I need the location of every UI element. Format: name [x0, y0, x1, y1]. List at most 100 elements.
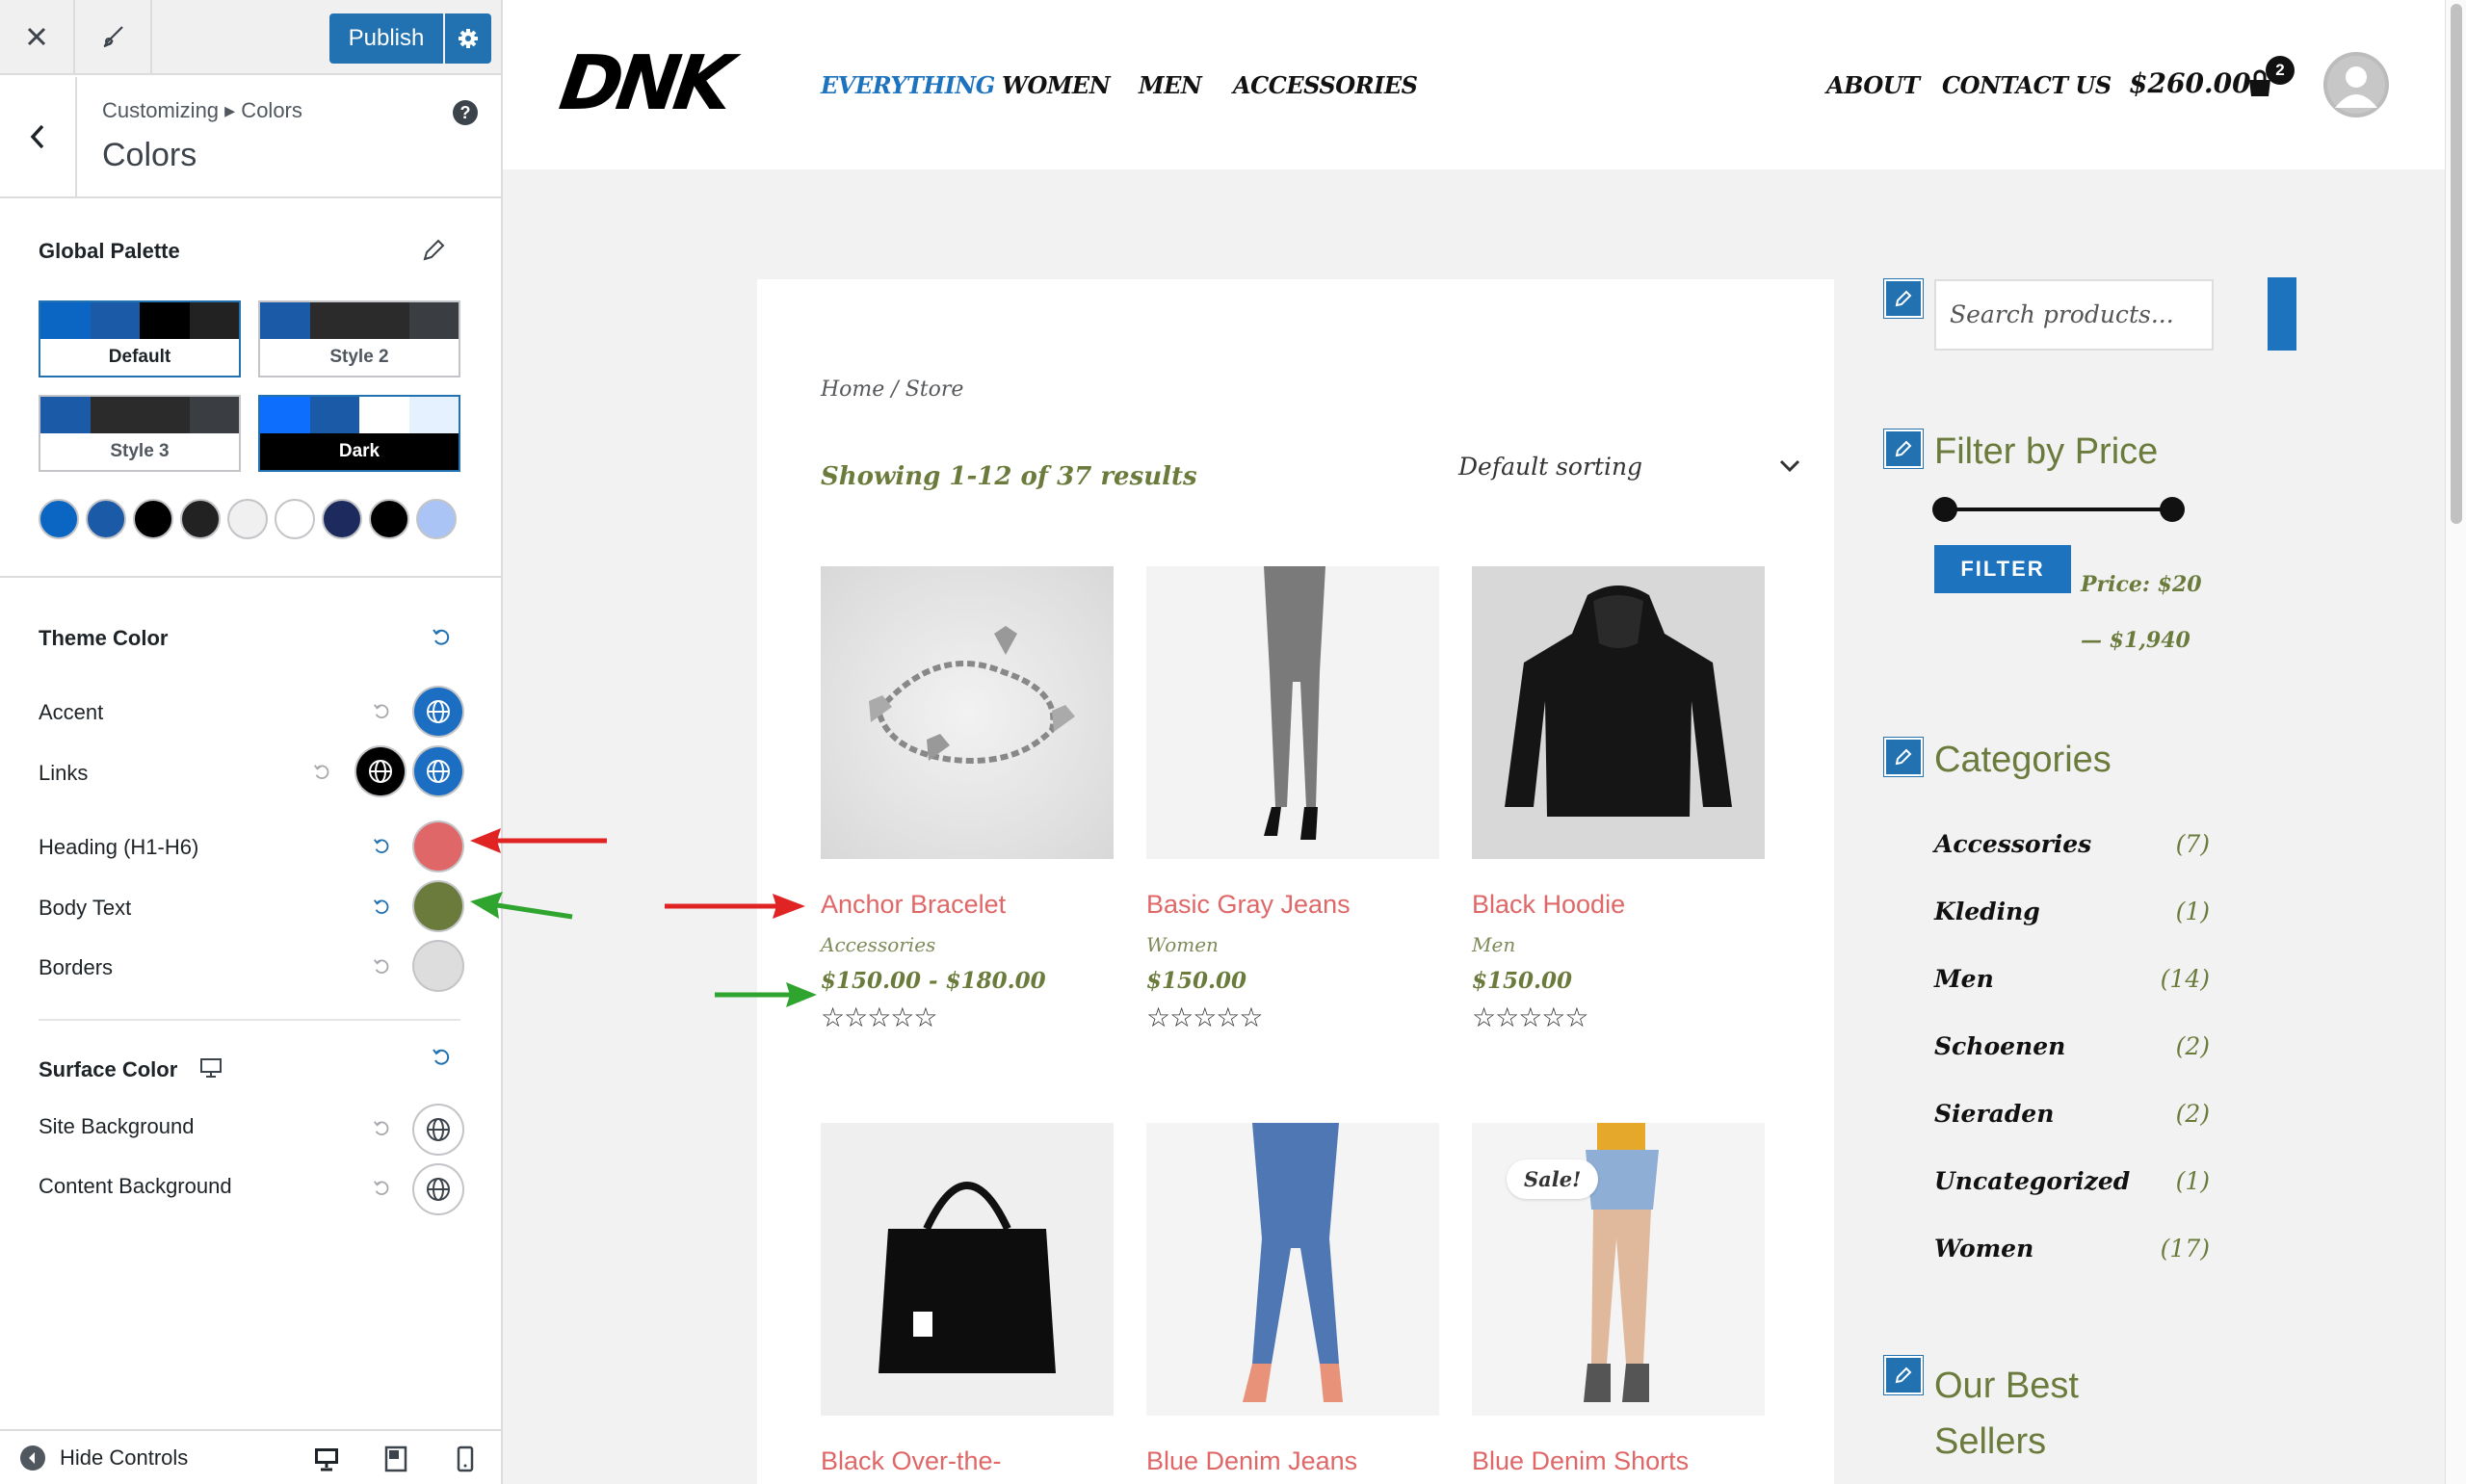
back-button[interactable]	[0, 77, 77, 196]
price-slider-max-handle[interactable]	[2160, 497, 2185, 522]
accent-color-picker[interactable]	[414, 688, 462, 736]
product-image[interactable]	[1146, 1123, 1439, 1416]
body-text-color-picker[interactable]	[414, 882, 462, 930]
product-card[interactable]: Black Over-the-	[821, 1123, 1114, 1476]
product-title[interactable]: Basic Gray Jeans	[1146, 890, 1439, 920]
scroll-thumb[interactable]	[2451, 4, 2462, 524]
site-preview: DNK EVERYTHING WOMEN MEN ACCESSORIES ABO…	[503, 0, 2445, 1484]
category-link[interactable]: Accessories	[1934, 830, 2091, 858]
search-button[interactable]	[2268, 277, 2296, 351]
category-link[interactable]: Uncategorized	[1934, 1167, 2130, 1195]
links-color-picker[interactable]	[356, 747, 405, 795]
categories-title: Categories	[1934, 740, 2112, 780]
palette-swatch-6[interactable]	[275, 499, 315, 539]
nav-accessories[interactable]: ACCESSORIES	[1233, 71, 1418, 99]
product-category[interactable]: Accessories	[821, 933, 1114, 956]
product-title[interactable]: Blue Denim Shorts	[1472, 1446, 1765, 1476]
palette-swatch-2[interactable]	[86, 499, 126, 539]
product-card[interactable]: Sale! Blue Denim Shorts	[1472, 1123, 1765, 1476]
nav-everything[interactable]: EVERYTHING	[821, 71, 995, 99]
product-card[interactable]: Black Hoodie Men $150.00 ☆☆☆☆☆	[1472, 566, 1765, 1033]
product-card[interactable]: Blue Denim Jeans	[1146, 1123, 1439, 1476]
borders-color-picker[interactable]	[414, 942, 462, 990]
search-input[interactable]: Search products...	[1934, 279, 2214, 351]
palette-dark[interactable]: Dark	[258, 395, 460, 472]
edit-widget-button[interactable]	[1884, 430, 1923, 468]
nav-contact[interactable]: CONTACT US	[1942, 71, 2112, 99]
palette-swatch-7[interactable]	[322, 499, 362, 539]
palette-swatch-1[interactable]	[39, 499, 79, 539]
close-customizer-button[interactable]	[0, 0, 75, 73]
reset-icon[interactable]	[430, 626, 453, 649]
surface-color-title: Surface Color	[39, 1057, 178, 1081]
reset-icon[interactable]	[370, 835, 393, 858]
price-slider-min-handle[interactable]	[1932, 497, 1957, 522]
product-card[interactable]: Basic Gray Jeans Women $150.00 ☆☆☆☆☆	[1146, 566, 1439, 1033]
product-image[interactable]	[821, 1123, 1114, 1416]
publish-button[interactable]: Publish	[329, 13, 443, 64]
palette-style-3[interactable]: Style 3	[39, 395, 241, 472]
chevron-down-icon[interactable]	[1778, 458, 1801, 474]
palette-swatch-8[interactable]	[369, 499, 409, 539]
shop-breadcrumb[interactable]: Home / Store	[821, 378, 963, 402]
links-hover-color-picker[interactable]	[414, 747, 462, 795]
category-link[interactable]: Sieraden	[1934, 1100, 2054, 1128]
product-image[interactable]: Sale!	[1472, 1123, 1765, 1416]
product-category[interactable]: Men	[1472, 933, 1765, 956]
preview-scrollbar[interactable]	[2445, 0, 2466, 1484]
product-rating: ☆☆☆☆☆	[1472, 1002, 1589, 1032]
nav-men[interactable]: MEN	[1139, 71, 1202, 99]
nav-women[interactable]: WOMEN	[1002, 71, 1111, 99]
category-link[interactable]: Men	[1934, 965, 1994, 993]
product-image[interactable]	[821, 566, 1114, 859]
palette-style-2[interactable]: Style 2	[258, 300, 460, 378]
customize-brush-button[interactable]	[77, 0, 152, 73]
product-title[interactable]: Black Over-the-	[821, 1446, 1114, 1476]
reset-icon[interactable]	[370, 896, 393, 919]
reset-icon[interactable]	[370, 955, 393, 978]
category-link[interactable]: Schoenen	[1934, 1032, 2065, 1060]
product-title[interactable]: Blue Denim Jeans	[1146, 1446, 1439, 1476]
preview-desktop-button[interactable]	[310, 1443, 343, 1475]
preview-tablet-button[interactable]	[380, 1443, 412, 1475]
edit-widget-button[interactable]	[1884, 1356, 1923, 1394]
product-title[interactable]: Anchor Bracelet	[821, 890, 1114, 920]
nav-about[interactable]: ABOUT	[1826, 71, 1920, 99]
content-background-color-picker[interactable]	[414, 1165, 462, 1213]
palette-default[interactable]: Default	[39, 300, 241, 378]
reset-icon[interactable]	[310, 761, 333, 784]
product-title[interactable]: Black Hoodie	[1472, 890, 1765, 920]
site-logo[interactable]: DNK	[555, 40, 733, 127]
heading-color-picker[interactable]	[414, 822, 462, 871]
account-avatar[interactable]	[2323, 52, 2389, 117]
category-link[interactable]: Kleding	[1934, 898, 2040, 925]
hide-controls-button[interactable]: Hide Controls	[19, 1445, 188, 1471]
palette-swatch-5[interactable]	[227, 499, 268, 539]
edit-widget-button[interactable]	[1884, 738, 1923, 776]
product-image[interactable]	[1146, 566, 1439, 859]
product-image[interactable]	[1472, 566, 1765, 859]
collapse-icon	[20, 1445, 45, 1471]
sorting-select[interactable]: Default sorting	[1458, 453, 1642, 481]
palette-swatch-3[interactable]	[133, 499, 173, 539]
site-background-color-picker[interactable]	[414, 1106, 462, 1154]
help-icon[interactable]: ?	[453, 100, 478, 125]
cart-total[interactable]: $260.00	[2129, 67, 2251, 99]
edit-widget-button[interactable]	[1884, 279, 1923, 318]
category-link[interactable]: Women	[1934, 1235, 2033, 1263]
reset-icon[interactable]	[370, 1117, 393, 1140]
publish-settings-button[interactable]	[445, 13, 491, 64]
product-category[interactable]: Women	[1146, 933, 1439, 956]
reset-icon[interactable]	[370, 700, 393, 723]
cart-count-badge: 2	[2266, 56, 2295, 85]
category-count: (1)	[2175, 1167, 2210, 1195]
pencil-icon[interactable]	[420, 237, 447, 264]
price-slider-track[interactable]	[1944, 508, 2171, 511]
preview-mobile-button[interactable]	[449, 1443, 482, 1475]
palette-swatch-4[interactable]	[180, 499, 221, 539]
palette-swatch-9[interactable]	[416, 499, 457, 539]
reset-icon[interactable]	[430, 1046, 453, 1069]
product-card[interactable]: Anchor Bracelet Accessories $150.00 - $1…	[821, 566, 1114, 1033]
reset-icon[interactable]	[370, 1177, 393, 1200]
filter-button[interactable]: FILTER	[1934, 545, 2071, 593]
